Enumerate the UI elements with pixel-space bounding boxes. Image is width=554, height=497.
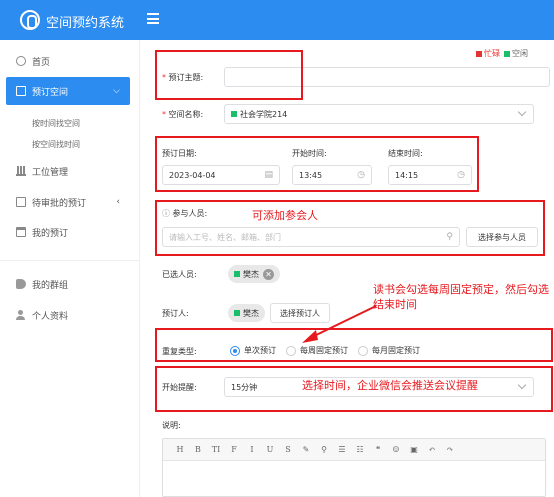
busy-swatch (476, 50, 482, 57)
app-title: 空间预约系统 (46, 16, 125, 31)
sidebar-item-label: 待审批的预订 (32, 198, 87, 209)
selected-label: 已选人员: (162, 270, 197, 279)
sidebar-item-label: 预订空间 (32, 87, 69, 98)
space-label: 空间名称: (162, 109, 204, 120)
toolbar-button[interactable]: ❝ (369, 445, 387, 454)
book-icon (16, 86, 26, 96)
booker-chip: 樊杰 (228, 304, 265, 322)
user-icon (16, 310, 26, 320)
toolbar-button[interactable]: ☰ (333, 445, 351, 454)
chevron-down-icon (517, 107, 527, 117)
toolbar-button[interactable]: ▣ (405, 445, 423, 454)
calendar-icon (16, 227, 26, 237)
bar-chart-icon (16, 166, 26, 176)
legend-free-label: 空闲 (512, 49, 528, 58)
annotation-box-subject (155, 50, 303, 100)
sidebar-item-my-groups[interactable]: 我的群组 (0, 273, 140, 295)
sidebar-item-book-space[interactable]: 预订空间 ⌵ (6, 77, 130, 105)
sidebar-divider (0, 260, 140, 261)
toolbar-button[interactable]: ☺ (387, 445, 405, 454)
chevron-down-icon: ⌵ (113, 86, 120, 96)
annotation-reminder: 选择时间，企业微信会推送会议提醒 (302, 379, 478, 392)
person-status-icon (234, 271, 240, 277)
sidebar-item-label: 工位管理 (32, 167, 69, 178)
description-label: 说明: (162, 421, 181, 430)
annotation-participants: 可添加参会人 (252, 209, 318, 222)
toolbar-button[interactable]: ↶ (423, 445, 441, 454)
annotation-box-participants (155, 200, 545, 256)
availability-legend: 忙碌 空闲 (476, 48, 528, 59)
sidebar-item-label: 我的群组 (32, 280, 69, 291)
chevron-left-icon: ‹ (116, 197, 120, 207)
editor-toolbar: H B TI F I U S ✎ ⚲ ☰ ☷ ❝ ☺ ▣ ↶ ↷ (163, 439, 545, 461)
toolbar-button[interactable]: U (261, 445, 279, 454)
sidebar-item-label: 我的预订 (32, 228, 69, 239)
edit-icon (16, 197, 26, 207)
booker-label: 预订人: (162, 309, 189, 318)
space-value: 社会学院214 (240, 109, 288, 119)
logo-icon (20, 10, 40, 30)
description-editor[interactable]: H B TI F I U S ✎ ⚲ ☰ ☷ ❝ ☺ ▣ ↶ ↷ (162, 438, 546, 497)
sidebar: 首页 预订空间 ⌵ 按时间找空间 按空间找时间 工位管理 待审批的预订 ‹ 我的… (0, 40, 140, 497)
free-swatch (504, 50, 510, 57)
remove-icon[interactable]: ✕ (263, 268, 274, 280)
sidebar-subitem-by-space[interactable]: 按空间找时间 (32, 139, 80, 150)
space-select[interactable]: 社会学院214 (224, 104, 534, 124)
sidebar-item-home[interactable]: 首页 (0, 50, 140, 72)
person-status-icon (234, 310, 240, 316)
free-status-icon (231, 111, 237, 117)
sidebar-item-my-bookings[interactable]: 我的预订 (0, 221, 140, 243)
booker-name: 樊杰 (243, 308, 259, 318)
toolbar-button[interactable]: ↷ (441, 445, 459, 454)
legend-busy-label: 忙碌 (484, 49, 500, 58)
toolbar-button[interactable]: F (225, 445, 243, 454)
toolbar-button[interactable]: ⚲ (315, 445, 333, 454)
toolbar-button[interactable]: ☷ (351, 445, 369, 454)
menu-toggle-icon[interactable] (147, 13, 159, 24)
sidebar-item-pending[interactable]: 待审批的预订 ‹ (0, 191, 140, 213)
sidebar-item-label: 个人资料 (32, 311, 69, 322)
toolbar-button[interactable]: B (189, 445, 207, 454)
sidebar-item-label: 首页 (32, 57, 51, 68)
selected-person-chip: 樊杰 ✕ (228, 265, 280, 283)
toolbar-button[interactable]: I (243, 445, 261, 454)
annotation-box-datetime (155, 136, 479, 192)
sidebar-item-profile[interactable]: 个人资料 (0, 304, 140, 326)
sidebar-item-workstation[interactable]: 工位管理 (0, 160, 140, 182)
toolbar-button[interactable]: S (279, 445, 297, 454)
toolbar-button[interactable]: TI (207, 445, 225, 454)
selected-person-name: 樊杰 (243, 269, 259, 279)
sidebar-subitem-by-time[interactable]: 按时间找空间 (32, 118, 80, 129)
home-icon (16, 56, 26, 66)
booking-form: 忙碌 空闲 预订主题: 空间名称: 社会学院214 预订日期: 开始时间: 结束… (140, 40, 554, 497)
toolbar-button[interactable]: H (171, 445, 189, 454)
top-bar: 空间预约系统 (0, 0, 554, 40)
annotation-arrow (302, 305, 377, 343)
toolbar-button[interactable]: ✎ (297, 445, 315, 454)
tag-icon (16, 279, 26, 289)
annotation-repeat: 读书会勾选每周固定预定，然后勾选结束时间 (373, 283, 549, 311)
